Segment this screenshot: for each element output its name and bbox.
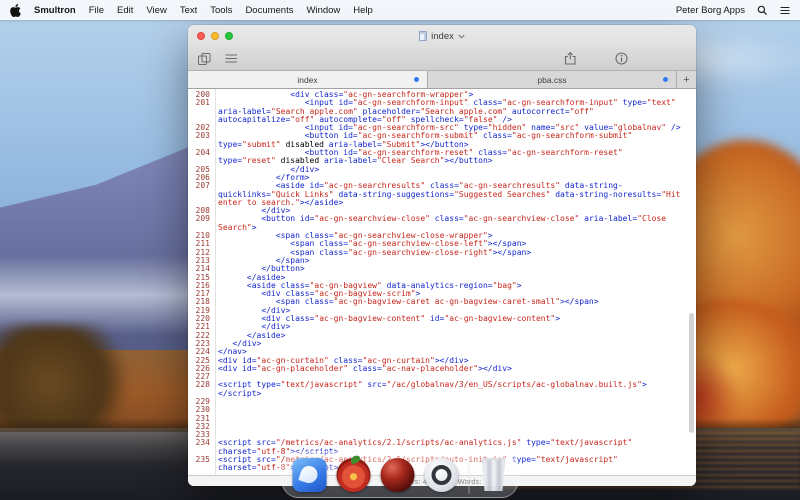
code-text: <button id="ac-gn-searchform-reset" clas…: [214, 149, 696, 166]
info-button[interactable]: [615, 52, 628, 65]
code-text: <script type="text/javascript" src="/ac/…: [214, 381, 696, 398]
code-line[interactable]: 223 </div>: [188, 340, 696, 348]
code-line[interactable]: 201 <input id="ac-gn-searchform-input" c…: [188, 99, 696, 124]
scrollbar-thumb[interactable]: [689, 313, 694, 433]
new-tab-button[interactable]: +: [676, 71, 696, 88]
tab-bar: index pba.css +: [188, 71, 696, 89]
menu-item-help[interactable]: Help: [353, 5, 373, 16]
menu-bar: Smultron File Edit View Text Tools Documents W…: [0, 0, 800, 20]
menu-item-edit[interactable]: Edit: [117, 5, 133, 16]
tab-index[interactable]: index: [188, 71, 427, 88]
menu-item-documents[interactable]: Documents: [245, 5, 293, 16]
code-text: <button id="ac-gn-searchview-close" clas…: [214, 215, 696, 232]
code-text: [214, 406, 696, 414]
code-line[interactable]: 209 <button id="ac-gn-searchview-close" …: [188, 215, 696, 232]
dock-icon-dark-red-sphere-app[interactable]: [381, 458, 415, 492]
code-line[interactable]: 228<script type="text/javascript" src="/…: [188, 381, 696, 398]
function-list-button[interactable]: [225, 53, 238, 65]
editor[interactable]: 200 <div class="ac-gn-searchform-wrapper…: [188, 89, 696, 475]
dock-icon-smultron-blue-app[interactable]: [293, 458, 327, 492]
line-number: 234: [188, 439, 214, 456]
code-line[interactable]: 230: [188, 406, 696, 414]
code-text: [214, 423, 696, 431]
dock: [282, 451, 519, 498]
minimize-button[interactable]: [211, 32, 219, 40]
trash-icon[interactable]: [480, 458, 508, 491]
code-line[interactable]: 226<div id="ac-gn-placeholder" class="ac…: [188, 365, 696, 373]
dock-icon-red-flower-app[interactable]: [337, 458, 371, 492]
menu-item-window[interactable]: Window: [307, 5, 341, 16]
modified-indicator: [414, 77, 419, 82]
leaf-glyph: [298, 463, 319, 484]
line-number: 207: [188, 182, 214, 207]
toolbar-left-group: [198, 53, 238, 65]
notification-center-icon[interactable]: [780, 6, 790, 15]
code-line[interactable]: 204 <button id="ac-gn-searchform-reset" …: [188, 149, 696, 166]
line-number: 235: [188, 456, 214, 473]
title-group: index: [419, 31, 465, 42]
line-number: 209: [188, 215, 214, 232]
menu-item-file[interactable]: File: [89, 5, 104, 16]
tab-label: index: [297, 75, 317, 85]
search-icon[interactable]: [757, 5, 768, 16]
close-button[interactable]: [197, 32, 205, 40]
modified-indicator: [663, 77, 668, 82]
code-text: [214, 398, 696, 406]
new-document-button[interactable]: [198, 53, 211, 65]
menu-right-text[interactable]: Peter Borg Apps: [676, 5, 745, 16]
code-line[interactable]: 231: [188, 415, 696, 423]
menu-app-name[interactable]: Smultron: [34, 5, 76, 16]
share-button[interactable]: [564, 52, 577, 65]
code-text: <div id="ac-gn-placeholder" class="ac-na…: [214, 365, 696, 373]
menu-items: File Edit View Text Tools Documents Window Help: [76, 5, 373, 16]
menu-item-view[interactable]: View: [146, 5, 166, 16]
code-text: </div>: [214, 340, 696, 348]
code-text: <aside id="ac-gn-searchresults" class="a…: [214, 182, 696, 207]
leaf-glyph: [349, 454, 361, 465]
tab-label: pba.css: [537, 75, 566, 85]
tab-pba-css[interactable]: pba.css: [427, 71, 676, 88]
document-proxy-icon[interactable]: [419, 31, 427, 41]
code-line[interactable]: 232: [188, 423, 696, 431]
dock-divider: [469, 456, 470, 494]
menu-item-text[interactable]: Text: [180, 5, 197, 16]
code-text: [214, 415, 696, 423]
gutter-separator: [215, 89, 216, 475]
line-number: 204: [188, 149, 214, 166]
ring-glyph: [432, 465, 452, 485]
code-line[interactable]: 229: [188, 398, 696, 406]
code-line[interactable]: 222 </aside>: [188, 332, 696, 340]
dock-icon-white-ring-app[interactable]: [425, 458, 459, 492]
window-controls: [197, 32, 233, 40]
code-text: </div>: [214, 323, 696, 331]
line-number: 203: [188, 132, 214, 149]
toolbar-right-group: [564, 52, 628, 65]
apple-logo-icon: [10, 4, 21, 17]
code-area[interactable]: 200 <div class="ac-gn-searchform-wrapper…: [188, 89, 696, 475]
zoom-button[interactable]: [225, 32, 233, 40]
code-text: <input id="ac-gn-searchform-input" class…: [214, 99, 696, 124]
line-number: 201: [188, 99, 214, 124]
code-text: </button>: [214, 265, 696, 273]
window-title: index: [431, 31, 454, 42]
menu-item-tools[interactable]: Tools: [210, 5, 232, 16]
code-line[interactable]: 203 <button id="ac-gn-searchform-submit"…: [188, 132, 696, 149]
line-number: 228: [188, 381, 214, 398]
chevron-down-icon[interactable]: [458, 34, 465, 39]
code-text: </aside>: [214, 332, 696, 340]
apple-menu[interactable]: [10, 4, 21, 17]
toolbar: [188, 47, 696, 71]
title-bar[interactable]: index: [188, 25, 696, 47]
smultron-window: index: [188, 25, 696, 486]
code-text: <button id="ac-gn-searchform-submit" cla…: [214, 132, 696, 149]
code-line[interactable]: 207 <aside id="ac-gn-searchresults" clas…: [188, 182, 696, 207]
